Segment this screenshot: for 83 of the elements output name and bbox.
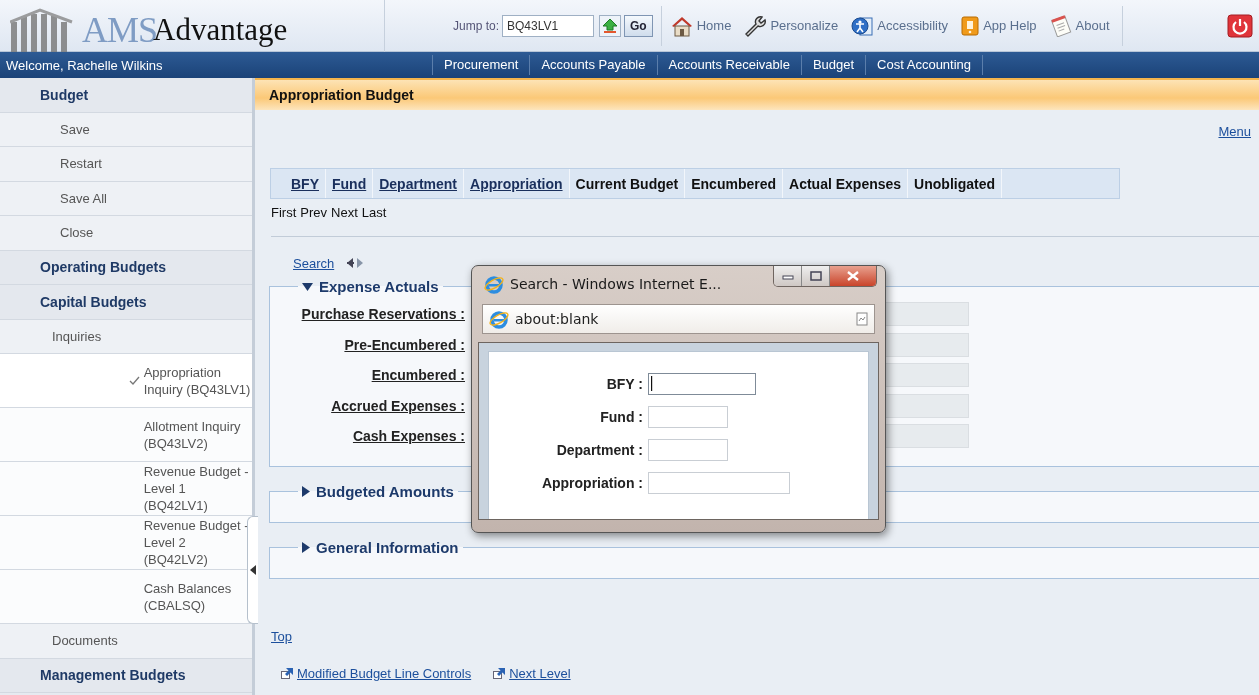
nav-tab[interactable]: Cost Accounting (865, 55, 983, 75)
header-link[interactable]: Accessibility (850, 14, 949, 37)
accessibility-icon (850, 14, 875, 37)
collapse-handle[interactable] (247, 516, 258, 624)
sidebar-item[interactable]: Appropriation Inquiry (BQ43LV1) (0, 354, 252, 408)
sidebar-item[interactable]: Revenue Budget - Level 2 (BQ42LV2) (0, 516, 252, 570)
section-toggle[interactable]: Budgeted Amounts (298, 482, 458, 500)
footer-link[interactable]: Modified Budget Line Controls (281, 665, 472, 681)
search-field[interactable] (648, 372, 756, 395)
help-book-icon (960, 14, 981, 37)
column-header: Unobligated (908, 169, 1002, 198)
external-link-icon (281, 667, 293, 679)
sidebar-action[interactable]: Save All (0, 181, 252, 216)
sidebar-item[interactable]: Revenue Budget - Level 1 (BQ42LV1) (0, 462, 252, 516)
field-label: Fund : (599, 408, 643, 425)
minimize-icon (781, 272, 794, 280)
minimize-button[interactable] (774, 266, 802, 286)
sidebar-item[interactable]: Allotment Inquiry (BQ43LV2) (0, 408, 252, 462)
nav-tab[interactable]: Accounts Payable (529, 55, 657, 75)
power-button[interactable] (1227, 13, 1253, 38)
external-link-icon (493, 667, 506, 679)
pager-link[interactable]: Prev (300, 205, 327, 220)
search-field[interactable] (648, 438, 728, 461)
sidebar-group[interactable]: Inquiries (0, 319, 252, 354)
search-field[interactable] (648, 405, 728, 428)
nav-tab[interactable]: Budget (800, 55, 866, 75)
sidebar-group[interactable]: Documents (0, 624, 252, 659)
field-label[interactable]: Encumbered : (270, 367, 465, 384)
page-icon (856, 312, 868, 326)
up-arrow-icon (602, 17, 619, 34)
header-link[interactable]: Personalize (743, 14, 839, 37)
sidebar-action[interactable]: Save (0, 112, 252, 147)
navigation-arrows-icon (346, 257, 365, 269)
column-header[interactable]: Department (373, 169, 464, 198)
column-header: Encumbered (685, 169, 784, 198)
field-label: BFY : (605, 375, 643, 392)
header-link[interactable]: App Help (960, 14, 1037, 37)
page-title: Appropriation Budget (255, 78, 1259, 110)
column-header: Actual Expenses (783, 169, 909, 198)
top-link[interactable]: Top (271, 628, 292, 644)
nav-tab[interactable]: Accounts Receivable (656, 55, 801, 75)
pager-link[interactable]: First (271, 205, 297, 220)
menu-link[interactable]: Menu (1218, 124, 1251, 144)
column-header: Current Budget (569, 169, 686, 198)
field-label[interactable]: Purchase Reservations : (270, 306, 465, 323)
column-header[interactable]: BFY (285, 169, 326, 198)
browser-logo-icon (484, 274, 504, 294)
go-button[interactable]: Go (624, 14, 653, 37)
text-cursor-icon (651, 376, 653, 391)
sidebar-action[interactable]: Restart (0, 147, 252, 182)
jump-to-label: Jump to: (453, 18, 500, 33)
field-label[interactable]: Cash Expenses : (270, 428, 465, 445)
section-toggle[interactable]: Expense Actuals (298, 278, 443, 295)
field-label[interactable]: Pre-Encumbered : (270, 336, 465, 353)
maximize-icon (809, 271, 822, 281)
field-label: Department : (555, 441, 643, 458)
section-toggle[interactable]: General Information (298, 538, 463, 556)
welcome-text: Welcome, Rachelle Wilkins (5, 57, 164, 73)
power-icon (1227, 13, 1253, 38)
nav-tab[interactable]: Procurement (432, 55, 530, 75)
search-field[interactable] (648, 471, 790, 494)
footer-link[interactable]: Next Level (493, 665, 571, 681)
pager-link[interactable]: Last (361, 205, 387, 220)
field-label: Appropriation : (540, 474, 643, 491)
sidebar-item[interactable]: Cash Balances (CBALSQ) (0, 570, 252, 624)
field-label[interactable]: Accrued Expenses : (270, 397, 465, 414)
pager-link[interactable]: Next (331, 205, 358, 220)
popup-title: Search - Windows Internet E... (510, 276, 722, 292)
jump-to-field[interactable]: BQ43LV1 (502, 14, 595, 37)
close-button[interactable] (830, 266, 876, 286)
address-text: about:blank (515, 311, 600, 327)
search-link[interactable]: Search (293, 255, 335, 271)
close-icon (847, 271, 859, 281)
left-triangle-icon (250, 565, 256, 575)
header-link[interactable]: Home (669, 14, 732, 37)
upload-button[interactable] (599, 14, 622, 37)
column-header[interactable]: Appropriation (464, 169, 570, 198)
wrench-icon (743, 14, 768, 37)
sidebar-action[interactable]: Close (0, 216, 252, 251)
browser-logo-icon (489, 309, 509, 329)
maximize-button[interactable] (802, 266, 830, 286)
header-link[interactable]: About (1048, 14, 1110, 37)
column-header[interactable]: Fund (326, 169, 374, 198)
